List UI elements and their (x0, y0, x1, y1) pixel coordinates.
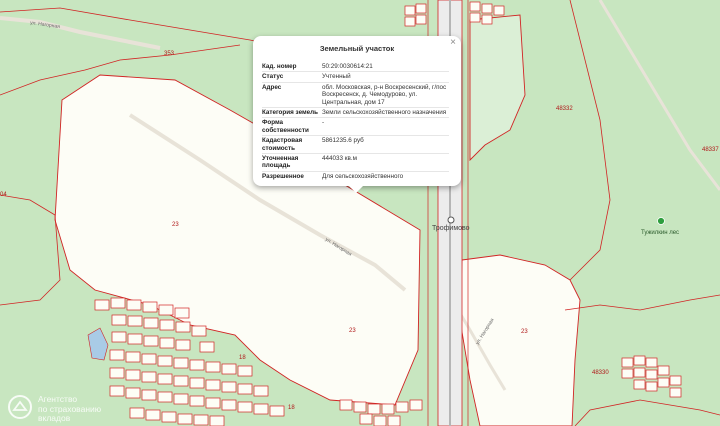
info-key: Адрес (262, 83, 282, 91)
plot-label-48332: 48332 (556, 106, 573, 112)
parcel-info-popup: Земельный участок × Кад. номер 50:29:003… (253, 36, 461, 193)
info-row-address: Адрес обл. Московская, р-н Воскресенский… (262, 81, 449, 107)
popup-pointer (349, 186, 363, 193)
watermark-line-3: вкладов (38, 413, 71, 423)
info-value: Для сельскохозяйственного (322, 172, 404, 180)
info-row-status: Статус Учтенный (262, 71, 449, 81)
station-icon[interactable] (447, 216, 455, 224)
info-value: 50:29:0030614:21 (322, 63, 373, 70)
plot-label-353: 353 (164, 51, 175, 57)
agency-logo-icon (8, 395, 32, 419)
info-value: Учтенный (322, 73, 351, 81)
info-value: обл. Московская, р-н Воскресенский, г/по… (322, 83, 447, 106)
info-key: Категория земель (262, 109, 319, 117)
info-key: Форма собственности (262, 119, 309, 134)
info-key: Кадастровая стоимость (262, 137, 303, 152)
info-row-area: Уточненная площадь 444033 кв.м (262, 153, 449, 171)
popup-body[interactable]: Кад. номер 50:29:0030614:21 Статус Учтен… (262, 62, 449, 182)
info-key: Кад. номер (262, 63, 297, 70)
plot-label-48337: 48337 (702, 147, 719, 153)
plot-label-18a: 18 (239, 355, 246, 361)
close-icon[interactable]: × (450, 38, 456, 48)
forest-marker-icon[interactable] (657, 217, 665, 225)
plot-label-23b: 23 (349, 328, 356, 334)
info-value: Земли сельскохозяйственного назначения (322, 109, 447, 117)
info-key: Разрешенное (262, 172, 304, 180)
watermark: Агентство по страхованию вкладов (5, 392, 175, 424)
info-row-cadastral-number: Кад. номер 50:29:0030614:21 (262, 62, 449, 71)
popup-title: Земельный участок (319, 44, 395, 53)
watermark-text: Агентство по страхованию вкладов (38, 394, 101, 424)
info-key: Уточненная площадь (262, 155, 299, 170)
plot-label-23a: 23 (172, 222, 179, 228)
info-value: 444033 кв.м (322, 155, 357, 163)
info-row-land-category: Категория земель Земли сельскохозяйствен… (262, 107, 449, 117)
plot-label-18b: 18 (288, 405, 295, 411)
info-row-ownership: Форма собственности - (262, 117, 449, 135)
station-label: Трофимово (432, 225, 470, 232)
info-key: Статус (262, 73, 284, 81)
info-value: 5861235.6 руб (322, 137, 364, 145)
info-row-permitted-use: Разрешенное Для сельскохозяйственного (262, 170, 449, 181)
info-row-cadastral-value: Кадастровая стоимость 5861235.6 руб (262, 135, 449, 153)
plot-label-04: 04 (0, 192, 7, 198)
plot-label-48330: 48330 (592, 370, 609, 376)
forest-label: Тужилкин лес (641, 230, 679, 236)
plot-label-23c: 23 (521, 329, 528, 335)
info-value: - (322, 119, 325, 127)
